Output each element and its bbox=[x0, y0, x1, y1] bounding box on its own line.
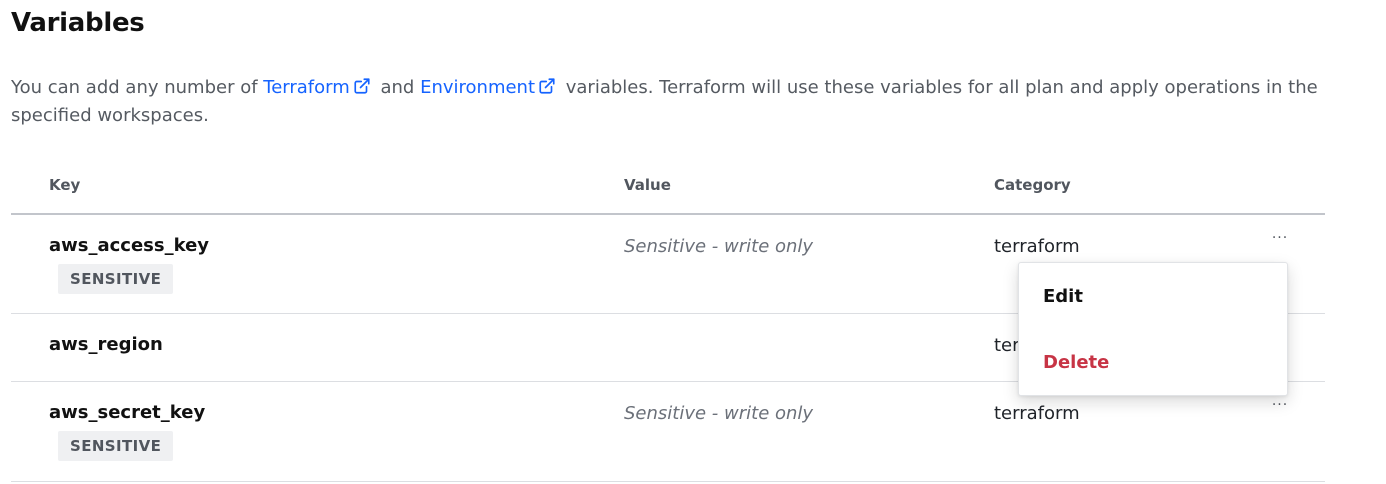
edit-menu-item[interactable]: Edit bbox=[1043, 286, 1083, 307]
table-row: aws_secret_key SENSITIVE Sensitive - wri… bbox=[11, 382, 1325, 482]
variable-key: aws_region bbox=[49, 334, 163, 355]
more-options-icon[interactable]: ··· bbox=[1270, 231, 1290, 251]
terraform-variables-link[interactable]: Terraform bbox=[263, 77, 350, 98]
intro-text-start: You can add any number of bbox=[11, 77, 264, 98]
delete-menu-item[interactable]: Delete bbox=[1043, 352, 1109, 373]
variable-key: aws_access_key bbox=[49, 235, 210, 256]
column-header-value: Value bbox=[624, 176, 671, 194]
intro-text-middle: and bbox=[374, 77, 421, 98]
table-header: Key Value Category bbox=[11, 164, 1325, 215]
sensitive-badge: SENSITIVE bbox=[58, 431, 174, 461]
column-header-key: Key bbox=[49, 176, 81, 194]
variable-value: Sensitive - write only bbox=[624, 403, 814, 424]
variable-category: terraform bbox=[994, 403, 1080, 424]
environment-variables-link[interactable]: Environment bbox=[420, 77, 535, 98]
sensitive-badge: SENSITIVE bbox=[58, 264, 174, 294]
external-link-icon[interactable] bbox=[353, 77, 371, 95]
intro-text: You can add any number of Terraform and … bbox=[11, 74, 1331, 130]
page-title: Variables bbox=[11, 8, 145, 38]
row-actions-menu: Edit Delete bbox=[1018, 262, 1288, 396]
more-options-icon[interactable]: ··· bbox=[1270, 398, 1290, 418]
variable-category: terraform bbox=[994, 236, 1080, 257]
external-link-icon[interactable] bbox=[538, 77, 556, 95]
variable-key: aws_secret_key bbox=[49, 402, 206, 423]
column-header-category: Category bbox=[994, 176, 1071, 194]
variable-value: Sensitive - write only bbox=[624, 236, 814, 257]
